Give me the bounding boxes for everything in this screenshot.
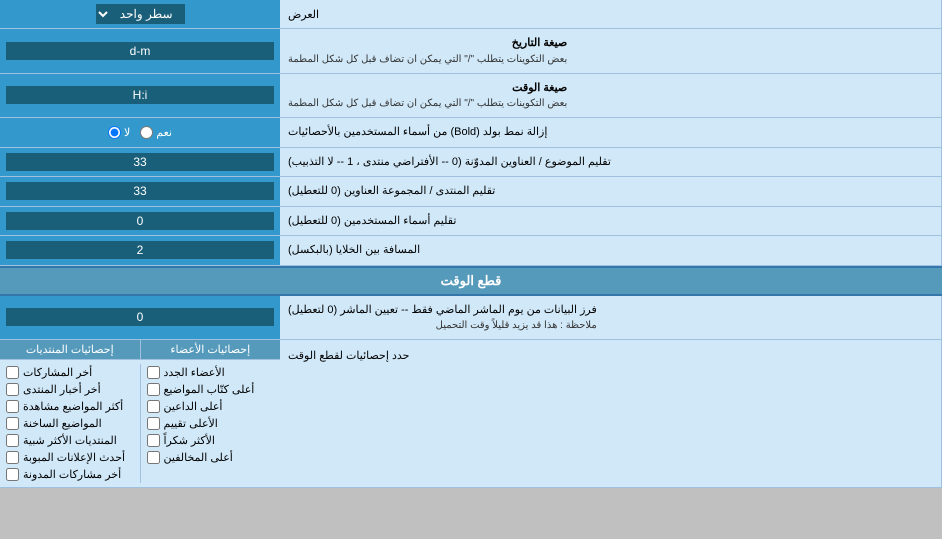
date-format-label: صيغة التاريخ بعض التكوينات يتطلب "/" الت…: [280, 29, 942, 73]
time-format-main-label: صيغة الوقت: [288, 80, 567, 97]
limit-label-cell: حدد إحصائيات لقطع الوقت: [280, 340, 942, 487]
checkbox-most-viewed[interactable]: [6, 400, 19, 413]
checkbox-item: الأعضاء الجدد: [147, 364, 275, 381]
checkboxes-section: حدد إحصائيات لقطع الوقت إحصائيات الأعضاء…: [0, 340, 942, 488]
forum-align-label: تقليم المنتدى / المجموعة العناوين (0 للت…: [280, 177, 942, 206]
display-label: العرض: [280, 0, 942, 28]
date-format-row: صيغة التاريخ بعض التكوينات يتطلب "/" الت…: [0, 29, 942, 74]
spacing-row: المسافة بين الخلايا (بالبكسل): [0, 236, 942, 266]
checkbox-hot-topics[interactable]: [6, 417, 19, 430]
checkbox-item: أحدث الإعلانات المبوبة: [6, 449, 134, 466]
usernames-align-label-text: تقليم أسماء المستخدمين (0 للتعطيل): [288, 213, 456, 230]
date-format-sub-label: بعض التكوينات يتطلب "/" التي يمكن ان تضا…: [288, 52, 567, 67]
checkbox-headers: إحصائيات الأعضاء إحصائيات المنتديات: [0, 340, 280, 360]
spacing-input-cell: [0, 236, 280, 265]
spacing-input[interactable]: [6, 241, 274, 259]
checkbox-item: المنتديات الأكثر شبية: [6, 432, 134, 449]
checkbox-members-new[interactable]: [147, 366, 160, 379]
time-format-input-cell: [0, 74, 280, 118]
usernames-align-input-cell: [0, 207, 280, 236]
bold-radio-no[interactable]: [108, 126, 121, 139]
usernames-align-input[interactable]: [6, 212, 274, 230]
bold-radio-yes-label[interactable]: نعم: [140, 126, 172, 139]
col2-header: إحصائيات الأعضاء: [140, 340, 281, 359]
main-container: العرض سطر واحد صيغة التاريخ بعض التكوينا…: [0, 0, 942, 488]
forum-align-label-text: تقليم المنتدى / المجموعة العناوين (0 للت…: [288, 183, 495, 200]
checkboxes-area: إحصائيات الأعضاء إحصائيات المنتديات الأع…: [0, 340, 280, 487]
checkbox-item: الأكثر شكراً: [147, 432, 275, 449]
bold-remove-radio-cell: نعم لا: [0, 118, 280, 147]
checkbox-item: أخر أخبار المنتدى: [6, 381, 134, 398]
usernames-align-label: تقليم أسماء المستخدمين (0 للتعطيل): [280, 207, 942, 236]
limit-label-text: حدد إحصائيات لقطع الوقت: [288, 348, 409, 365]
checkbox-item: أكثر المواضيع مشاهدة: [6, 398, 134, 415]
cutoff-sub-label: ملاحظة : هذا قد يزيد قليلاً وقت التحميل: [288, 318, 597, 333]
checkbox-top-violators[interactable]: [147, 451, 160, 464]
checkbox-top-referrers[interactable]: [147, 400, 160, 413]
checkbox-last-blog[interactable]: [6, 468, 19, 481]
checkbox-last-news[interactable]: [6, 383, 19, 396]
subject-align-row: تقليم الموضوع / العناوين المدوّنة (0 -- …: [0, 148, 942, 178]
cutoff-input[interactable]: [6, 308, 274, 326]
usernames-align-row: تقليم أسماء المستخدمين (0 للتعطيل): [0, 207, 942, 237]
bold-remove-label-text: إزالة نمط بولد (Bold) من أسماء المستخدمي…: [288, 124, 547, 141]
checkbox-item: أعلى المخالفين: [147, 449, 275, 466]
checkbox-item: أخر المشاركات: [6, 364, 134, 381]
checkbox-most-thanked[interactable]: [147, 434, 160, 447]
forum-align-input[interactable]: [6, 182, 274, 200]
checkbox-col1: أخر المشاركات أخر أخبار المنتدى أكثر الم…: [0, 364, 140, 483]
subject-align-label: تقليم الموضوع / العناوين المدوّنة (0 -- …: [280, 148, 942, 177]
time-format-label: صيغة الوقت بعض التكوينات يتطلب "/" التي …: [280, 74, 942, 118]
checkbox-col2: الأعضاء الجدد أعلى كتّاب المواضيع أعلى ا…: [140, 364, 281, 483]
time-format-row: صيغة الوقت بعض التكوينات يتطلب "/" التي …: [0, 74, 942, 119]
bold-remove-label: إزالة نمط بولد (Bold) من أسماء المستخدمي…: [280, 118, 942, 147]
checkbox-item: أخر مشاركات المدونة: [6, 466, 134, 483]
time-format-sub-label: بعض التكوينات يتطلب "/" التي يمكن ان تضا…: [288, 96, 567, 111]
display-select[interactable]: سطر واحد: [96, 4, 185, 24]
checkbox-item: المواضيع الساخنة: [6, 415, 134, 432]
checkbox-items-row: الأعضاء الجدد أعلى كتّاب المواضيع أعلى ا…: [0, 360, 280, 487]
spacing-label-text: المسافة بين الخلايا (بالبكسل): [288, 242, 420, 259]
checkbox-popular-forums[interactable]: [6, 434, 19, 447]
forum-align-row: تقليم المنتدى / المجموعة العناوين (0 للت…: [0, 177, 942, 207]
forum-align-input-cell: [0, 177, 280, 206]
spacing-label: المسافة بين الخلايا (بالبكسل): [280, 236, 942, 265]
date-format-input-cell: [0, 29, 280, 73]
checkbox-top-writers[interactable]: [147, 383, 160, 396]
checkbox-item: أعلى كتّاب المواضيع: [147, 381, 275, 398]
cutoff-main-label: فرز البيانات من يوم الماشر الماضي فقط --…: [288, 302, 597, 319]
checkbox-last-posts[interactable]: [6, 366, 19, 379]
bold-radio-no-label[interactable]: لا: [108, 126, 130, 139]
cutoff-input-cell: [0, 296, 280, 340]
cutoff-section-title: قطع الوقت: [441, 273, 502, 288]
bold-radio-no-text: لا: [124, 126, 130, 139]
date-format-input[interactable]: [6, 42, 274, 60]
col1-header: إحصائيات المنتديات: [0, 340, 140, 359]
subject-align-input[interactable]: [6, 153, 274, 171]
subject-align-label-text: تقليم الموضوع / العناوين المدوّنة (0 -- …: [288, 154, 611, 171]
subject-align-input-cell: [0, 148, 280, 177]
display-select-cell: سطر واحد: [0, 0, 280, 28]
display-row: العرض سطر واحد: [0, 0, 942, 29]
display-label-text: العرض: [288, 8, 319, 21]
checkbox-item: الأعلى تقييم: [147, 415, 275, 432]
cutoff-label: فرز البيانات من يوم الماشر الماضي فقط --…: [280, 296, 942, 340]
checkbox-top-rated[interactable]: [147, 417, 160, 430]
time-format-input[interactable]: [6, 86, 274, 104]
cutoff-section-header: قطع الوقت: [0, 266, 942, 296]
date-format-main-label: صيغة التاريخ: [288, 35, 567, 52]
bold-radio-yes[interactable]: [140, 126, 153, 139]
checkbox-latest-ads[interactable]: [6, 451, 19, 464]
bold-remove-row: إزالة نمط بولد (Bold) من أسماء المستخدمي…: [0, 118, 942, 148]
cutoff-row: فرز البيانات من يوم الماشر الماضي فقط --…: [0, 296, 942, 341]
checkbox-item: أعلى الداعين: [147, 398, 275, 415]
bold-radio-yes-text: نعم: [156, 126, 172, 139]
